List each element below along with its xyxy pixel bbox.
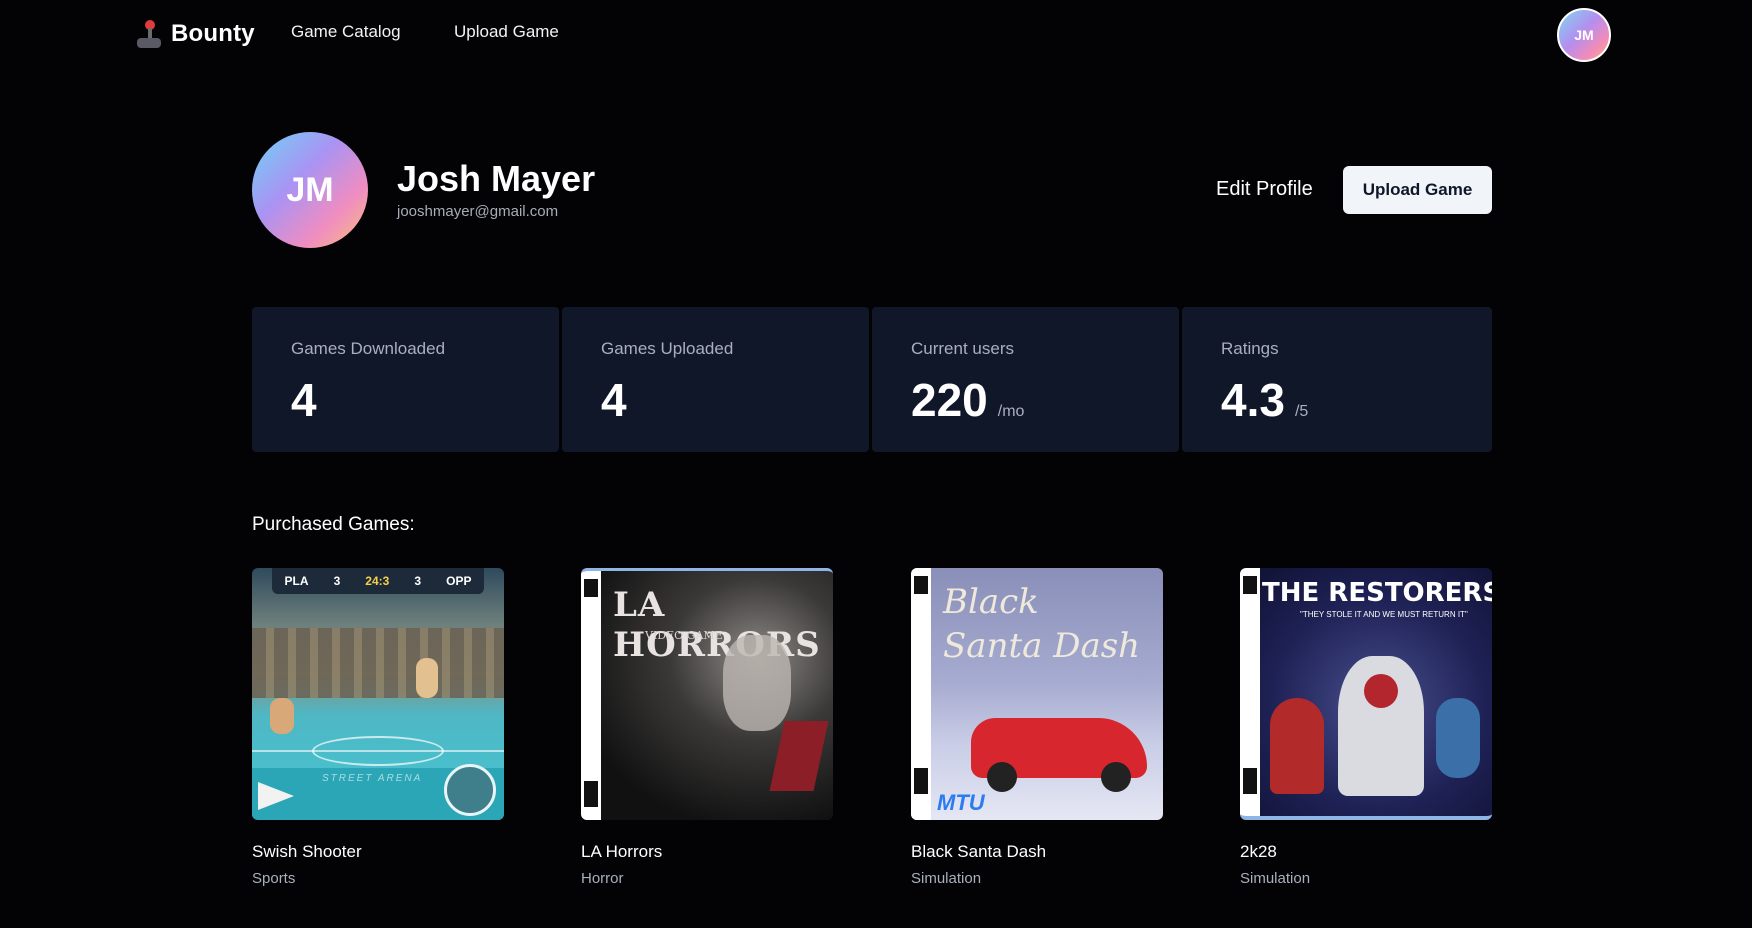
game-title[interactable]: 2k28 [1240, 842, 1492, 862]
hero-figure-graphic [1270, 698, 1324, 794]
stat-card-games-downloaded: Games Downloaded 4 [252, 307, 559, 452]
top-nav: Bounty Game Catalog Upload Game JM [0, 0, 1752, 70]
game-cover-image[interactable]: PLA 3 24:3 3 OPP STREET ARENA [252, 568, 504, 820]
cover-title: Black Santa Dash [943, 582, 1141, 666]
nav-link-game-catalog[interactable]: Game Catalog [291, 22, 401, 42]
cover-title: LA HORRORS [613, 585, 821, 665]
stat-value: 4 [291, 374, 317, 426]
game-genre: Simulation [1240, 870, 1311, 887]
shoot-button-graphic [444, 764, 496, 816]
game-card-2k28[interactable]: THE RESTORERS "THEY STOLE IT AND WE MUST… [1240, 568, 1492, 887]
game-cover-image[interactable]: Black Santa Dash MTU [911, 568, 1163, 820]
mask-graphic [1364, 674, 1398, 708]
upload-game-button[interactable]: Upload Game [1343, 166, 1492, 214]
cover-subtitle: "THEY STOLE IT AND WE MUST RETURN IT" [1300, 610, 1468, 619]
robot-figure-graphic [1436, 698, 1480, 778]
game-cover-image[interactable]: LA HORRORS VIDEO GAME [581, 568, 833, 820]
profile-email: jooshmayer@gmail.com [397, 203, 559, 220]
game-title[interactable]: LA Horrors [581, 842, 833, 862]
game-card-black-santa-dash[interactable]: Black Santa Dash MTU Black Santa Dash Si… [911, 568, 1163, 887]
stat-label: Games Downloaded [291, 339, 446, 358]
purchased-games-heading: Purchased Games: [252, 514, 415, 535]
profile-page: Bounty Game Catalog Upload Game JM JM Jo… [0, 0, 1752, 928]
nav-link-upload-game[interactable]: Upload Game [454, 22, 559, 42]
brand-logo[interactable]: Bounty [135, 14, 255, 54]
cover-title: THE RESTORERS [1262, 578, 1492, 608]
horror-face-graphic [723, 635, 791, 731]
car-wheel-graphic [1101, 762, 1131, 792]
stat-card-games-uploaded: Games Uploaded 4 [562, 307, 869, 452]
scoreboard-score: 3 [333, 574, 341, 588]
play-arrow-graphic [258, 782, 294, 810]
player-figure [416, 658, 438, 698]
stat-unit: /mo [997, 403, 1025, 420]
stat-value: 220/mo [911, 374, 1025, 426]
game-title[interactable]: Black Santa Dash [911, 842, 1163, 862]
player-figure [270, 698, 294, 734]
stat-value: 4.3/5 [1221, 374, 1309, 426]
game-genre: Horror [581, 870, 624, 887]
cover-subtitle: VIDEO GAME [645, 629, 723, 642]
user-avatar-menu[interactable]: JM [1557, 8, 1611, 62]
scoreboard-team: OPP [446, 574, 472, 588]
stat-value: 4 [601, 374, 627, 426]
stat-label: Current users [911, 339, 1014, 358]
game-card-swish-shooter[interactable]: PLA 3 24:3 3 OPP STREET ARENA Swish Shoo… [252, 568, 504, 887]
scoreboard-team: PLA [284, 574, 309, 588]
scoreboard-score: 3 [414, 574, 422, 588]
joystick-icon [135, 18, 163, 50]
car-wheel-graphic [987, 762, 1017, 792]
game-genre: Simulation [911, 870, 982, 887]
edit-profile-button[interactable]: Edit Profile [1216, 178, 1313, 201]
profile-avatar: JM [252, 132, 368, 248]
stat-card-current-users: Current users 220/mo [872, 307, 1179, 452]
scoreboard-clock: 24:3 [365, 574, 390, 588]
game-cover-image[interactable]: THE RESTORERS "THEY STOLE IT AND WE MUST… [1240, 568, 1492, 820]
stat-unit: /5 [1294, 403, 1309, 420]
profile-name: Josh Mayer [397, 158, 596, 199]
stat-card-ratings: Ratings 4.3/5 [1182, 307, 1492, 452]
game-genre: Sports [252, 870, 296, 887]
cover-badge: MTU [937, 790, 985, 815]
brand-name: Bounty [171, 20, 255, 47]
red-ribbon-graphic [769, 721, 829, 791]
court-label: STREET ARENA [322, 773, 423, 784]
stat-label: Ratings [1221, 339, 1279, 358]
game-title[interactable]: Swish Shooter [252, 842, 504, 862]
game-card-la-horrors[interactable]: LA HORRORS VIDEO GAME LA Horrors Horror [581, 568, 833, 887]
stat-label: Games Uploaded [601, 339, 734, 358]
